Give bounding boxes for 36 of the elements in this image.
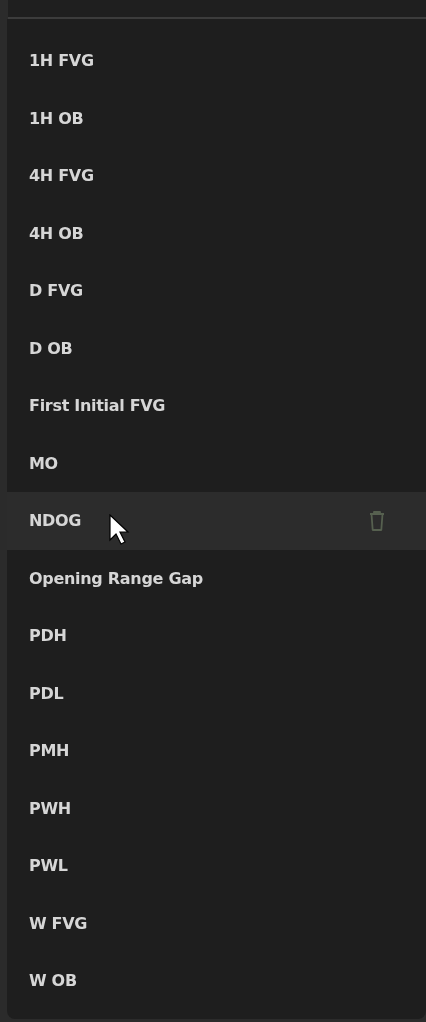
item-label: Opening Range Gap	[29, 568, 203, 588]
menu-item[interactable]: 4H FVG	[7, 147, 426, 205]
item-label: PDL	[29, 683, 64, 703]
item-label: First Initial FVG	[29, 396, 166, 416]
menu-item[interactable]: Opening Range Gap	[7, 549, 426, 607]
trash-icon[interactable]	[368, 508, 386, 533]
menu-item[interactable]: First Initial FVG	[7, 377, 426, 435]
item-label: NDOG	[29, 511, 82, 531]
item-label: W OB	[29, 971, 77, 991]
item-label: 1H OB	[29, 108, 84, 128]
item-label: PDH	[29, 626, 67, 646]
item-label: PWH	[29, 798, 71, 818]
menu-item[interactable]: W FVG	[7, 894, 426, 952]
menu-item[interactable]: D OB	[7, 319, 426, 377]
item-label: 4H OB	[29, 223, 84, 243]
menu-item[interactable]: 1H FVG	[7, 32, 426, 90]
item-label: W FVG	[29, 913, 88, 933]
menu-item[interactable]: PDL	[7, 664, 426, 722]
item-label: PMH	[29, 741, 70, 761]
menu-item[interactable]: PWH	[7, 779, 426, 837]
item-label: MO	[29, 453, 58, 473]
item-label: PWL	[29, 856, 68, 876]
menu-item[interactable]: NDOG	[7, 492, 426, 550]
menu-item[interactable]: PDH	[7, 607, 426, 665]
menu-item[interactable]: W OB	[7, 952, 426, 1010]
menu-item[interactable]: PWL	[7, 837, 426, 895]
menu-item[interactable]: MO	[7, 434, 426, 492]
menu-item[interactable]: 1H OB	[7, 89, 426, 147]
item-label: D OB	[29, 338, 73, 358]
item-label: D FVG	[29, 281, 83, 301]
menu-item[interactable]: D FVG	[7, 262, 426, 320]
item-label: 1H FVG	[29, 51, 94, 71]
menu-item[interactable]: PMH	[7, 722, 426, 780]
menu-item[interactable]: 4H OB	[7, 204, 426, 262]
item-label: 4H FVG	[29, 166, 94, 186]
mouse-cursor-icon	[109, 514, 131, 546]
